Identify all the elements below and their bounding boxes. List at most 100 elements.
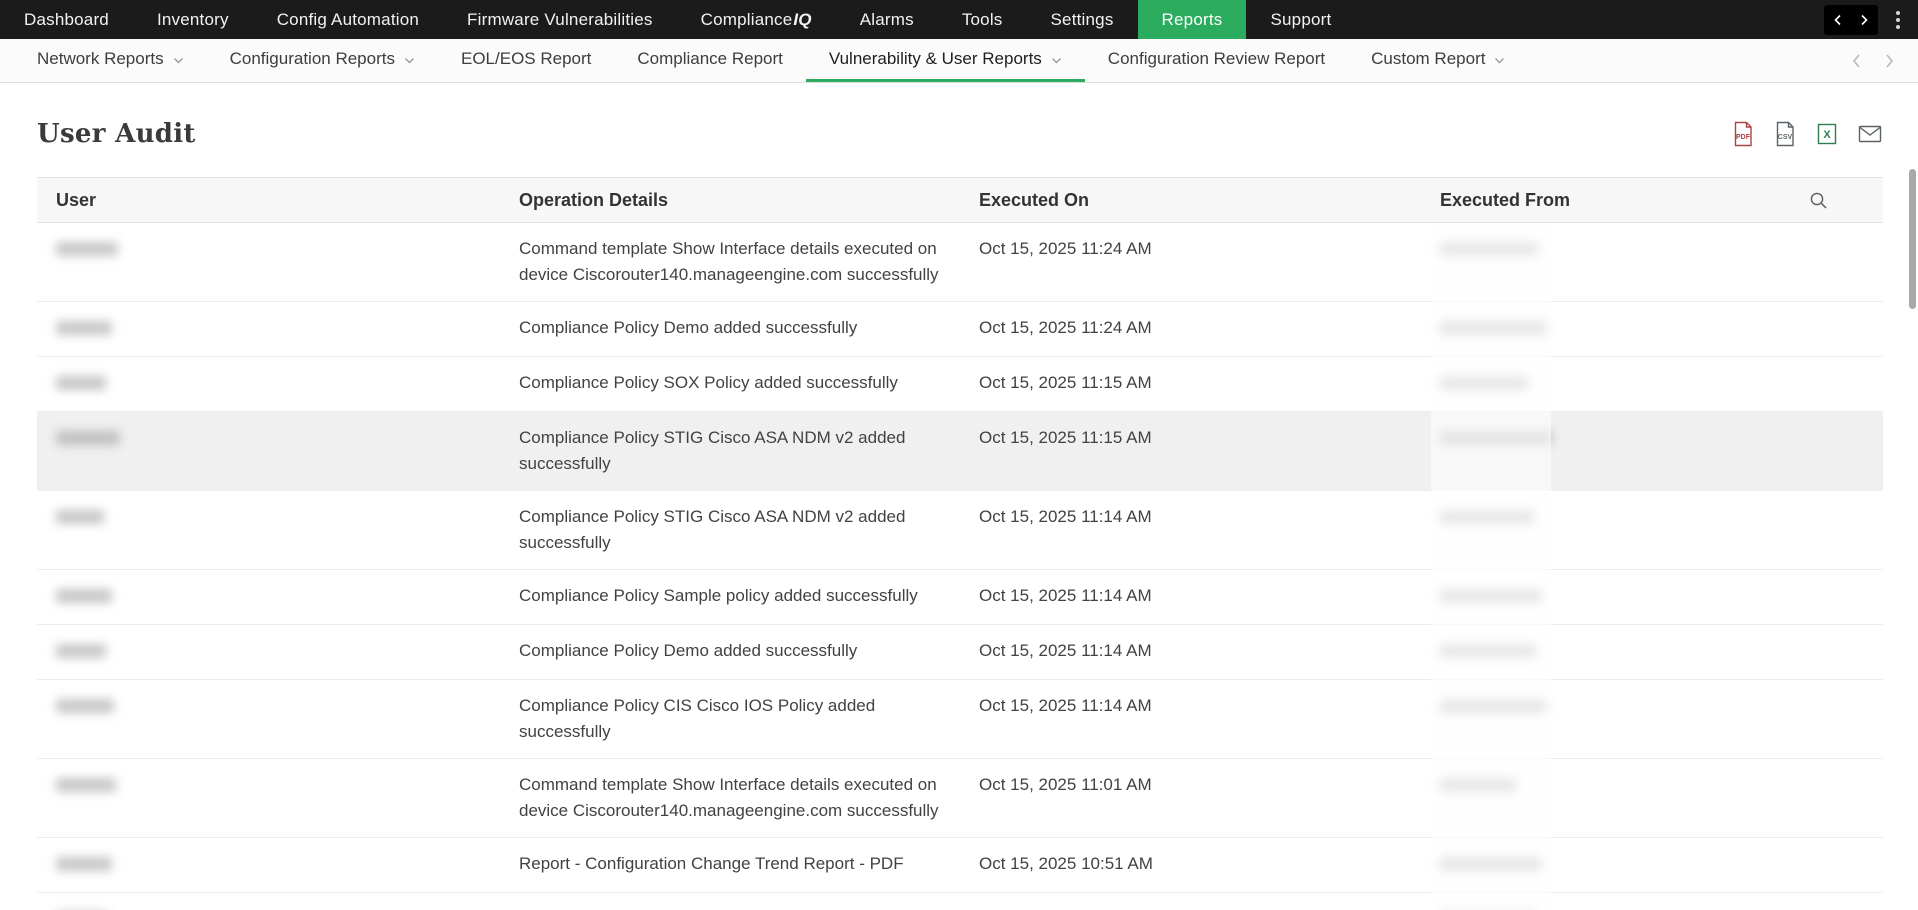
operation-details-cell: Command template Show Interface details … [500,772,960,824]
executed-on-cell: Oct 15, 2025 10:50 AM [960,906,1421,910]
nav-back-button[interactable] [1832,14,1844,26]
report-tab-configuration-reports[interactable]: Configuration Reports [207,39,438,82]
csv-export-icon: CSV [1773,121,1797,147]
nav-forward-button[interactable] [1858,14,1870,26]
chevron-right-icon [1883,53,1896,69]
user-cell [37,906,500,910]
executed-on-cell: Oct 15, 2025 11:14 AM [960,693,1421,719]
operation-details-cell: Compliance Policy CIS Cisco IOS Policy a… [500,693,960,745]
mail-icon [1857,121,1883,147]
table-row[interactable]: Command template Show Interface details … [37,759,1883,838]
table-row[interactable]: Compliance Policy STIG Cisco ASA NDM v2 … [37,412,1883,491]
svg-text:PDF: PDF [1736,134,1751,141]
redacted-from-value [1440,778,1516,792]
kebab-menu-icon[interactable] [1890,7,1906,33]
xls-export-button[interactable]: X [1815,121,1839,147]
executed-on-cell: Oct 15, 2025 11:24 AM [960,236,1421,262]
tabs-scroll-right-button[interactable] [1883,53,1896,69]
table-row[interactable]: Compliance Policy Demo added successfull… [37,625,1883,680]
chevron-down-icon [404,57,415,64]
executed-from-cell [1421,851,1883,879]
top-nav-item-tools[interactable]: Tools [938,0,1027,39]
report-tab-custom-report[interactable]: Custom Report [1348,39,1528,82]
report-tab-vulnerability-user-reports[interactable]: Vulnerability & User Reports [806,39,1085,82]
chevron-right-icon [1858,14,1870,26]
redacted-from-value [1440,699,1546,713]
csv-export-button[interactable]: CSV [1773,121,1797,147]
top-nav-right [1824,0,1918,39]
tabs-scroll-left-button[interactable] [1850,53,1863,69]
user-cell [37,638,500,666]
report-tab-eol-eos-report[interactable]: EOL/EOS Report [438,39,614,82]
user-cell [37,370,500,398]
redacted-from-value [1440,589,1542,603]
redacted-from-value [1440,431,1552,445]
export-toolbar: PDF CSV X [1731,121,1883,147]
table-row[interactable]: Compliance Policy CIS Cisco IOS Policy a… [37,680,1883,759]
report-tab-configuration-review-report[interactable]: Configuration Review Report [1085,39,1348,82]
top-nav-item-support[interactable]: Support [1246,0,1355,39]
redacted-user-value [56,431,120,445]
top-nav-item-complianceiq[interactable]: ComplianceIQ [677,0,836,39]
top-nav-item-alarms[interactable]: Alarms [836,0,938,39]
table-row[interactable]: Compliance Policy SOX Policy added succe… [37,357,1883,412]
pdf-export-icon: PDF [1731,121,1755,147]
svg-text:X: X [1823,129,1831,141]
operation-details-cell: Command template Show Interface details … [500,236,960,288]
chevron-down-icon [1051,57,1062,64]
redacted-user-value [56,644,106,658]
top-nav-item-config-automation[interactable]: Config Automation [253,0,443,39]
user-audit-page: { "colors": { "accent_green": "#2aab5e",… [0,0,1918,910]
table-row[interactable]: Command template Show Interface details … [37,223,1883,302]
report-tab-compliance-report[interactable]: Compliance Report [614,39,806,82]
user-cell [37,851,500,879]
executed-from-cell [1421,906,1883,910]
scrollbar-thumb[interactable] [1909,169,1916,309]
table-row[interactable]: Report - Configuration Change Trend Repo… [37,838,1883,893]
table-row[interactable]: User Logged InOct 15, 2025 10:50 AM [37,893,1883,910]
redacted-from-value [1440,644,1536,658]
xls-export-icon: X [1815,121,1839,147]
user-cell [37,693,500,721]
operation-details-cell: Compliance Policy Sample policy added su… [500,583,960,609]
table-row[interactable]: Compliance Policy Demo added successfull… [37,302,1883,357]
page-scrollbar[interactable] [1909,85,1917,910]
executed-from-cell [1421,504,1883,532]
pdf-export-button[interactable]: PDF [1731,121,1755,147]
operation-details-cell: Compliance Policy Demo added successfull… [500,315,960,341]
user-cell [37,772,500,800]
chevron-down-icon [173,57,184,64]
user-cell [37,425,500,453]
page-head: User Audit PDF CSV X [37,119,1883,149]
column-header-user: User [37,190,500,211]
report-tab-label: EOL/EOS Report [461,49,591,69]
email-report-button[interactable] [1857,121,1883,147]
table-row[interactable]: Compliance Policy STIG Cisco ASA NDM v2 … [37,491,1883,570]
executed-from-cell [1421,315,1883,343]
report-tab-label: Compliance Report [637,49,783,69]
top-nav-item-reports[interactable]: Reports [1138,0,1247,39]
executed-on-cell: Oct 15, 2025 11:15 AM [960,425,1421,451]
search-icon[interactable] [1809,191,1828,210]
executed-from-cell [1421,370,1883,398]
chevron-left-icon [1832,14,1844,26]
redacted-from-value [1440,242,1538,256]
redacted-from-value [1440,857,1542,871]
redacted-user-value [56,589,112,603]
report-tab-label: Vulnerability & User Reports [829,49,1042,69]
report-tab-network-reports[interactable]: Network Reports [14,39,207,82]
executed-on-cell: Oct 15, 2025 10:51 AM [960,851,1421,877]
top-nav-item-settings[interactable]: Settings [1027,0,1138,39]
redacted-from-value [1440,510,1534,524]
executed-from-cell [1421,638,1883,666]
top-nav-item-inventory[interactable]: Inventory [133,0,253,39]
table-row[interactable]: Compliance Policy Sample policy added su… [37,570,1883,625]
report-tab-label: Configuration Review Report [1108,49,1325,69]
top-nav-item-dashboard[interactable]: Dashboard [0,0,133,39]
operation-details-cell: User Logged In [500,906,960,910]
user-cell [37,315,500,343]
top-nav-item-firmware-vulnerabilities[interactable]: Firmware Vulnerabilities [443,0,677,39]
executed-from-cell [1421,693,1883,721]
operation-details-cell: Report - Configuration Change Trend Repo… [500,851,960,877]
table-body: Command template Show Interface details … [37,223,1883,910]
